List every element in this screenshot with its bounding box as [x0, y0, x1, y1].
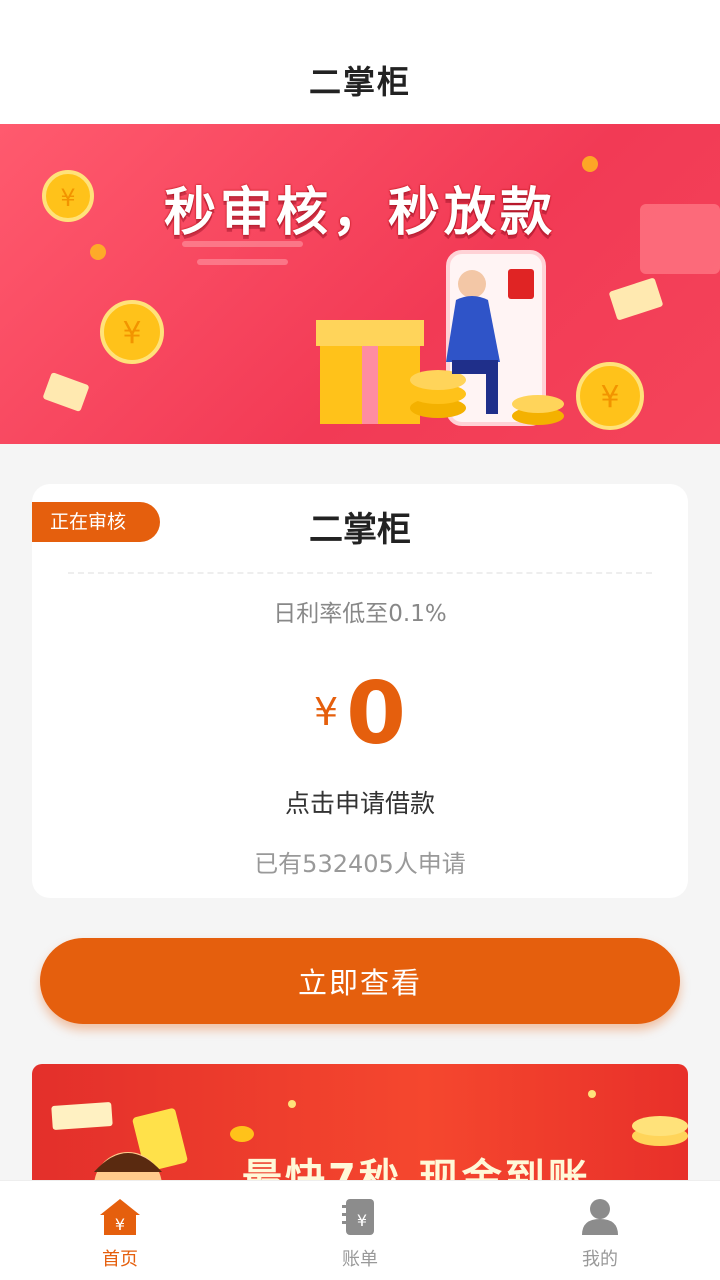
amount-value: 0	[346, 664, 407, 764]
loan-card[interactable]: 正在审核 二掌柜 日利率低至0.1% ¥0 点击申请借款 已有532405人申请	[32, 484, 688, 898]
bottom-tab-bar: ¥ 首页 ¥ 账单 我的	[0, 1180, 720, 1280]
tab-home[interactable]: ¥ 首页	[0, 1181, 240, 1280]
coin-icon: ¥	[576, 362, 644, 430]
tab-profile[interactable]: 我的	[480, 1181, 720, 1280]
tab-bill[interactable]: ¥ 账单	[240, 1181, 480, 1280]
card-title: 二掌柜	[309, 510, 411, 550]
applicant-count: 已有532405人申请	[254, 850, 466, 878]
promo-banner-secondary[interactable]: 最快7秒 现金到账	[32, 1064, 688, 1194]
tab-label: 首页	[102, 1249, 138, 1270]
tab-label: 账单	[342, 1249, 378, 1270]
svg-text:¥: ¥	[115, 1215, 125, 1234]
bill-icon: ¥	[342, 1199, 374, 1235]
divider	[68, 572, 652, 574]
loan-amount: ¥0	[32, 664, 688, 764]
interest-rate-text: 日利率低至0.1%	[273, 601, 447, 627]
view-now-button[interactable]: 立即查看	[40, 938, 680, 1024]
page-title: 二掌柜	[308, 63, 411, 101]
coin-icon: ¥	[100, 300, 164, 364]
apply-loan-link[interactable]: 点击申请借款	[32, 784, 688, 820]
svg-text:¥: ¥	[122, 316, 141, 351]
app-header: 二掌柜	[0, 0, 720, 124]
banner-slogan: 秒审核，秒放款	[163, 183, 556, 243]
svg-text:¥: ¥	[600, 380, 619, 415]
home-icon: ¥	[100, 1199, 140, 1235]
currency-symbol: ¥	[313, 690, 339, 734]
tab-label: 我的	[582, 1249, 618, 1270]
svg-text:¥: ¥	[357, 1211, 367, 1230]
promo-banner[interactable]: ¥ ¥ ¥ 秒审核，秒放款	[0, 124, 720, 444]
profile-icon	[582, 1199, 618, 1235]
